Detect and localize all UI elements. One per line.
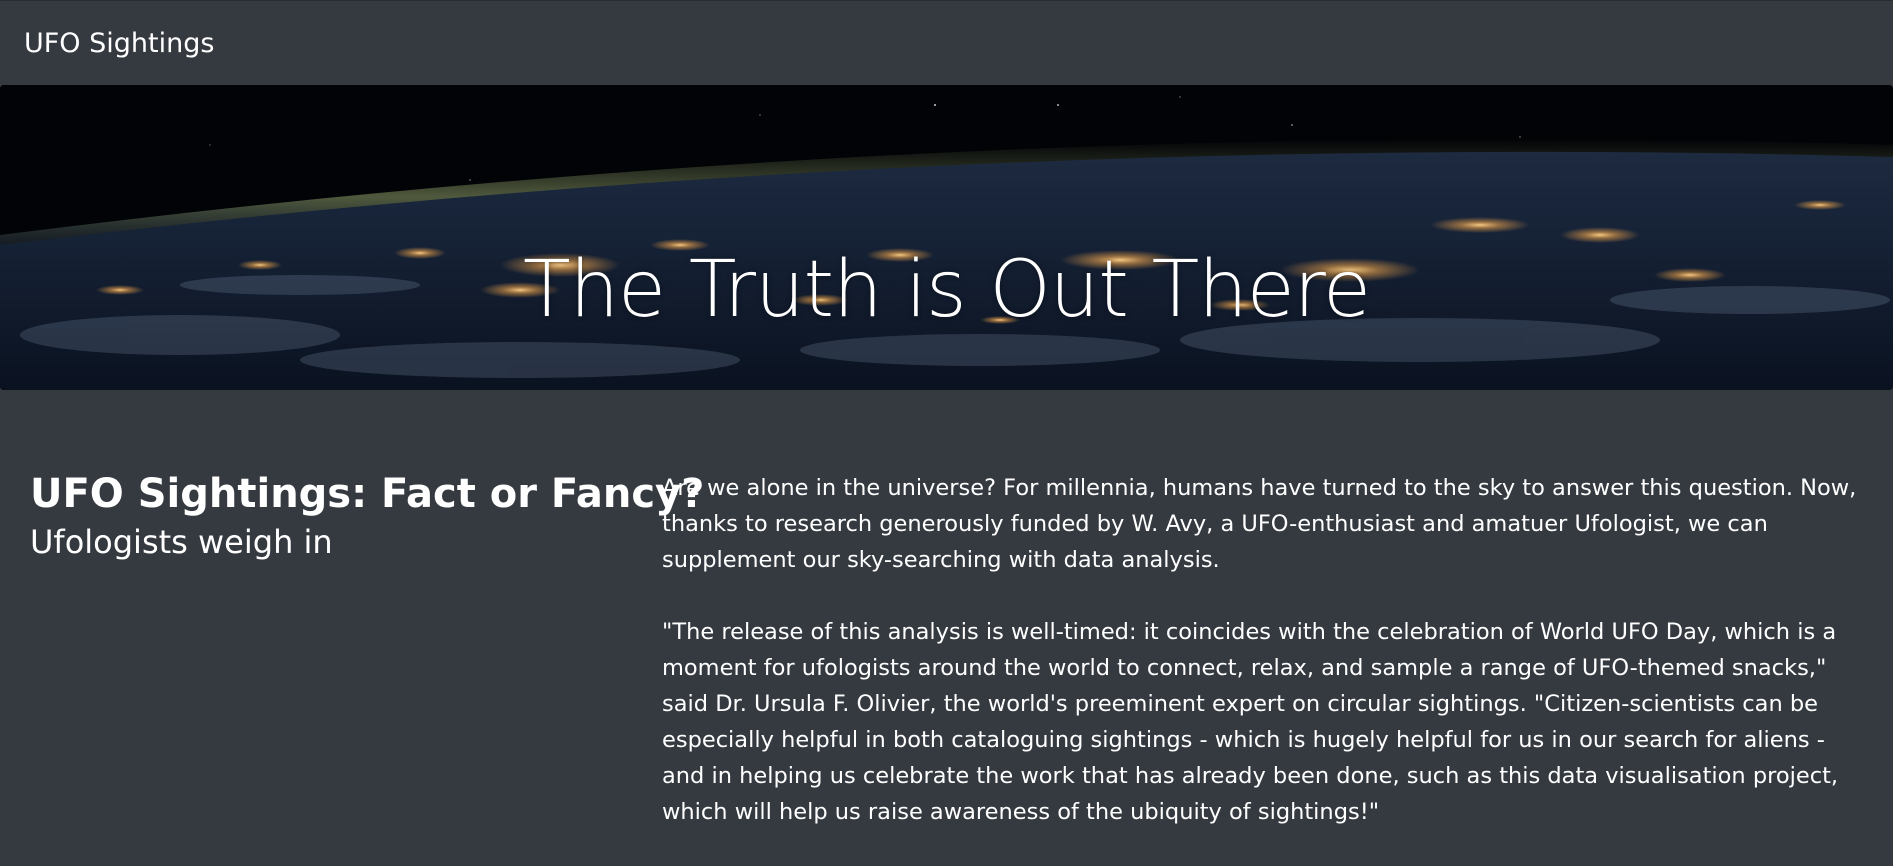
article-paragraph: "The release of this analysis is well-ti… (662, 619, 1839, 825)
article-body: Are we alone in the universe? For millen… (662, 470, 1862, 866)
article-heading: UFO Sightings: Fact or Fancy? Ufologists… (30, 468, 705, 564)
hero-banner: The Truth is Out There (0, 85, 1893, 390)
earth-at-night-image (0, 85, 1893, 390)
hero-title: The Truth is Out There (522, 245, 1371, 336)
navbar-brand-link[interactable]: UFO Sightings (24, 27, 214, 61)
article-paragraph: Are we alone in the universe? For millen… (662, 475, 1857, 573)
article-subtitle: Ufologists weigh in (30, 523, 333, 561)
navbar: UFO Sightings (0, 0, 1893, 84)
article-title: UFO Sightings: Fact or Fancy? (30, 471, 705, 517)
